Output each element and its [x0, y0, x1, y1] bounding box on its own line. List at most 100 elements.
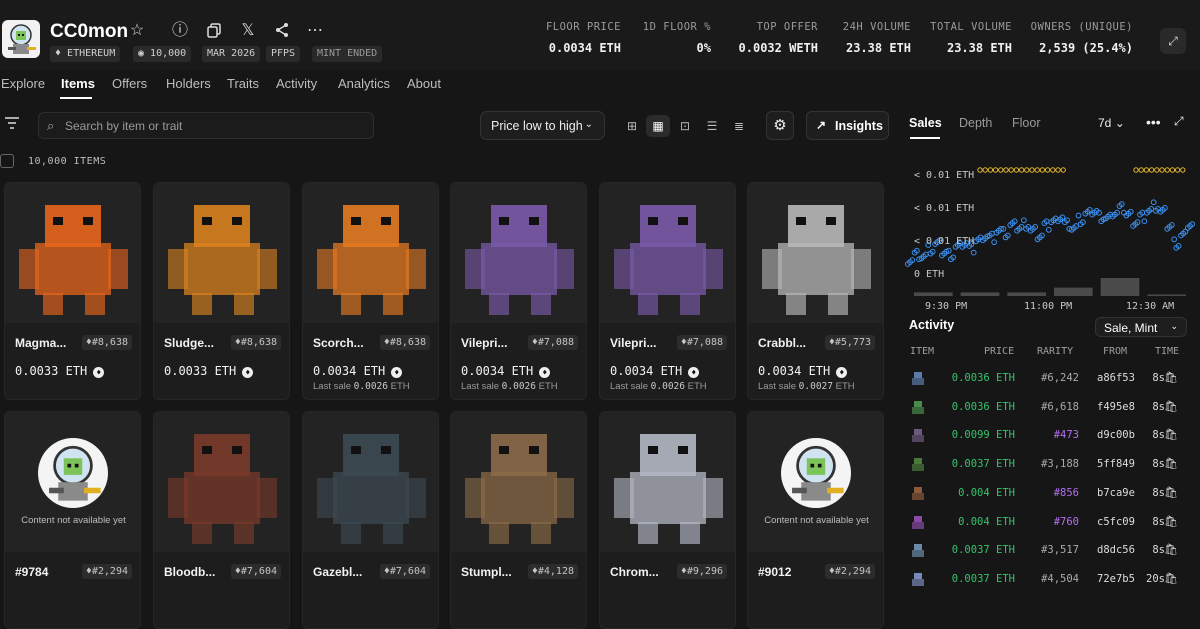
placeholder-avatar	[38, 438, 108, 508]
tab-analytics[interactable]: Analytics	[338, 76, 390, 91]
shopping-bag-icon[interactable]: 🛍	[1164, 428, 1178, 441]
col-price: PRICE	[984, 346, 1015, 357]
item-price: 0.0034 ETH ♦	[461, 364, 551, 378]
more-icon[interactable]: ⋯	[306, 22, 324, 40]
item-card[interactable]: Magma... ♦#8,638 0.0033 ETH ♦	[4, 182, 141, 400]
expand-icon[interactable]: ⤢	[1160, 28, 1186, 54]
activity-filter-dropdown[interactable]: Sale, Mint ⌄	[1095, 317, 1187, 337]
outlier-marker	[1169, 167, 1176, 173]
rarity-badge: ♦#8,638	[379, 335, 430, 350]
eth-icon: ♦	[688, 367, 700, 378]
activity-from[interactable]: f495e8	[1097, 401, 1135, 413]
tab-offers[interactable]: Offers	[112, 76, 147, 91]
rarity-badge: ♦#7,088	[527, 335, 578, 350]
expand-icon[interactable]: ⤢	[1174, 114, 1184, 129]
more-icon[interactable]: •••	[1146, 114, 1161, 130]
activity-row[interactable]: 0.0099 ETH #473 d9c00b 8s 🛍	[905, 424, 1200, 452]
chevron-down-icon: ⌄	[1170, 321, 1178, 331]
tab-holders[interactable]: Holders	[166, 76, 211, 91]
date-pill: MAR 2026	[202, 46, 261, 62]
sale-point	[1075, 212, 1082, 219]
col-rarity: RARITY	[1037, 346, 1074, 357]
activity-from[interactable]: a86f53	[1097, 372, 1135, 384]
view-table-icon[interactable]: ≣	[727, 115, 751, 137]
item-card[interactable]: Stumpl... ♦#4,128	[450, 411, 587, 629]
select-all-checkbox[interactable]	[0, 154, 14, 168]
item-card[interactable]: Vilepri... ♦#7,088 0.0034 ETH ♦ Last sale 0.…	[450, 182, 587, 400]
sort-dropdown[interactable]: Price low to high ⌄	[480, 111, 605, 140]
y-tick-label: < 0.01 ETH	[914, 236, 975, 247]
tab-depth[interactable]: Depth	[959, 116, 992, 130]
shopping-bag-icon[interactable]: 🛍	[1164, 543, 1178, 556]
shopping-bag-icon[interactable]: 🛍	[1164, 572, 1178, 585]
volume-bar	[1007, 292, 1046, 296]
item-card[interactable]: Vilepri... ♦#7,088 0.0034 ETH ♦ Last sale 0.…	[599, 182, 736, 400]
activity-from[interactable]: d8dc56	[1097, 544, 1135, 556]
activity-row[interactable]: 0.0036 ETH #6,618 f495e8 8s 🛍	[905, 396, 1200, 424]
last-sale: Last sale 0.0027 ETH	[758, 381, 855, 392]
activity-from[interactable]: 72e7b5	[1097, 573, 1135, 585]
view-grid-large-icon[interactable]: ⊡	[673, 115, 697, 137]
last-sale: Last sale 0.0026 ETH	[313, 381, 410, 392]
item-image-placeholder: Content not available yet	[748, 412, 883, 552]
range-dropdown[interactable]: 7d ⌄	[1098, 116, 1125, 130]
shopping-bag-icon[interactable]: 🛍	[1164, 457, 1178, 470]
tab-about[interactable]: About	[407, 76, 441, 91]
item-thumbnail	[909, 398, 927, 416]
view-grid-small-icon[interactable]: ⊞	[620, 115, 644, 137]
item-card[interactable]: Crabbl... ♦#5,773 0.0034 ETH ♦ Last sale 0.0…	[747, 182, 884, 400]
item-card[interactable]: Content not available yet #9012 ♦#2,294	[747, 411, 884, 629]
search-input[interactable]	[65, 117, 365, 135]
tab-traits[interactable]: Traits	[227, 76, 259, 91]
item-name: #9784	[15, 565, 49, 579]
item-card[interactable]: Bloodb... ♦#7,604	[153, 411, 290, 629]
view-grid-medium-icon[interactable]: ▦	[646, 115, 670, 137]
view-list-icon[interactable]: ☰	[700, 115, 724, 137]
outlier-marker	[1018, 167, 1025, 173]
copy-icon[interactable]	[205, 22, 223, 40]
volume-bar	[1147, 294, 1186, 296]
shopping-bag-icon[interactable]: 🛍	[1164, 400, 1178, 413]
rarity-badge: ♦#7,088	[676, 335, 727, 350]
activity-from[interactable]: c5fc09	[1097, 516, 1135, 528]
item-card[interactable]: Sludge... ♦#8,638 0.0033 ETH ♦	[153, 182, 290, 400]
item-name: Bloodb...	[164, 565, 216, 579]
info-icon[interactable]: ⓘ	[171, 22, 189, 40]
activity-row[interactable]: 0.0037 ETH #4,504 72e7b5 20s 🛍	[905, 568, 1200, 596]
activity-row[interactable]: 0.0037 ETH #3,517 d8dc56 8s 🛍	[905, 539, 1200, 567]
tab-items[interactable]: Items	[61, 76, 95, 91]
insights-button[interactable]: ↗ Insights	[806, 111, 889, 140]
tab-sales[interactable]: Sales	[909, 116, 942, 130]
item-card[interactable]: Content not available yet #9784 ♦#2,294	[4, 411, 141, 629]
collection-title: CC0mon	[50, 21, 129, 42]
activity-row[interactable]: 0.004 ETH #760 c5fc09 8s 🛍	[905, 511, 1200, 539]
item-card[interactable]: Scorch... ♦#8,638 0.0034 ETH ♦ Last sale 0.0…	[302, 182, 439, 400]
filter-icon[interactable]	[4, 116, 24, 134]
search-box[interactable]: ⌕	[38, 112, 374, 139]
x-twitter-icon[interactable]: 𝕏	[239, 22, 257, 40]
activity-row[interactable]: 0.0036 ETH #6,242 a86f53 8s 🛍	[905, 367, 1200, 395]
activity-row[interactable]: 0.0037 ETH #3,188 5ff849 8s 🛍	[905, 453, 1200, 481]
item-card[interactable]: Gazebl... ♦#7,604	[302, 411, 439, 629]
item-card[interactable]: Chrom... ♦#9,296	[599, 411, 736, 629]
active-side-tab-indicator	[910, 137, 940, 139]
item-image	[303, 412, 438, 552]
activity-from[interactable]: d9c00b	[1097, 429, 1135, 441]
tab-explore[interactable]: Explore	[1, 76, 45, 91]
activity-row[interactable]: 0.004 ETH #856 b7ca9e 8s 🛍	[905, 482, 1200, 510]
gear-icon[interactable]: ⚙	[766, 111, 794, 140]
stat-owners: OWNERS (UNIQUE) 2,539 (25.4%)	[1030, 21, 1133, 55]
shopping-bag-icon[interactable]: 🛍	[1164, 515, 1178, 528]
outlier-marker	[1039, 167, 1046, 173]
tab-activity[interactable]: Activity	[276, 76, 317, 91]
activity-from[interactable]: b7ca9e	[1097, 487, 1135, 499]
shopping-bag-icon[interactable]: 🛍	[1164, 371, 1178, 384]
star-icon[interactable]: ☆	[128, 22, 146, 40]
share-icon[interactable]	[273, 22, 291, 40]
activity-from[interactable]: 5ff849	[1097, 458, 1135, 470]
activity-price: 0.004 ETH	[958, 515, 1015, 528]
shopping-bag-icon[interactable]: 🛍	[1164, 486, 1178, 499]
tab-floor[interactable]: Floor	[1012, 116, 1040, 130]
collection-avatar[interactable]	[2, 20, 40, 58]
rarity-badge: ♦#5,773	[824, 335, 875, 350]
